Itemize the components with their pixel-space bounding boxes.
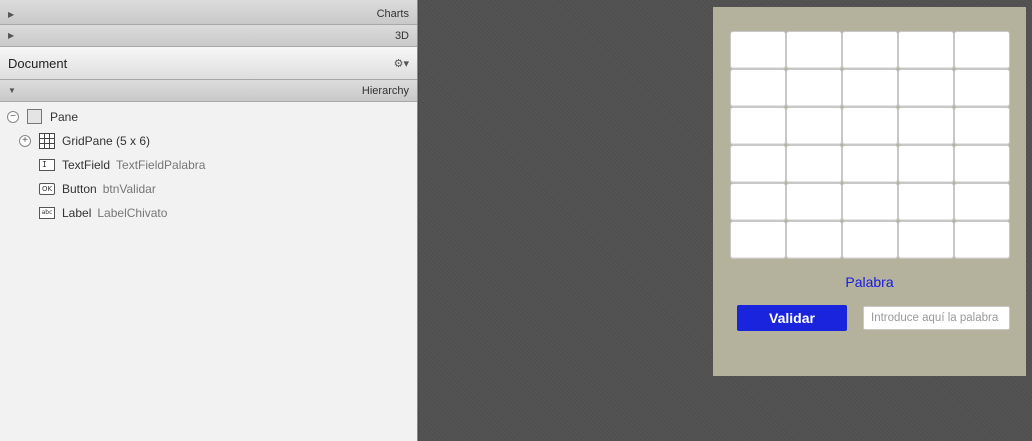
node-id: LabelChivato [97, 206, 168, 220]
button-icon: OK [39, 183, 55, 195]
grid-cell[interactable] [898, 69, 954, 107]
grid-cell[interactable] [954, 31, 1010, 69]
grid-cell[interactable] [730, 107, 786, 145]
grid-cell[interactable] [786, 31, 842, 69]
tree-node-textfield[interactable]: I TextField TextFieldPalabra [0, 153, 417, 177]
grid-cell[interactable] [954, 183, 1010, 221]
grid-cell[interactable] [954, 145, 1010, 183]
node-type: Label [62, 206, 92, 220]
section-3d[interactable]: ▶ 3D [0, 25, 417, 47]
grid-cell[interactable] [842, 107, 898, 145]
textfield-icon: I [39, 159, 55, 171]
gear-icon[interactable]: ⚙▾ [394, 57, 409, 70]
section-charts-label: Charts [376, 8, 409, 20]
section-3d-label: 3D [394, 29, 409, 42]
tree-node-label[interactable]: abc Label LabelChivato [0, 201, 417, 225]
hierarchy-tree: − Pane + GridPane (5 x 6) I TextField Te… [0, 102, 417, 225]
node-id: TextFieldPalabra [116, 158, 206, 172]
collapse-triangle-icon: ▼ [8, 86, 16, 95]
tree-node-pane[interactable]: − Pane [0, 105, 417, 129]
grid-cell[interactable] [730, 183, 786, 221]
root-pane-preview[interactable]: Palabra Validar Introduce aquí la palabr… [713, 7, 1026, 376]
section-hierarchy-label: Hierarchy [361, 84, 409, 97]
word-input[interactable]: Introduce aquí la palabra [863, 306, 1010, 330]
grid-icon [39, 133, 55, 149]
grid-cell[interactable] [842, 145, 898, 183]
tree-node-gridpane-label: GridPane (5 x 6) [62, 134, 151, 148]
tree-node-button[interactable]: OK Button btnValidar [0, 177, 417, 201]
grid-cell[interactable] [954, 107, 1010, 145]
expand-icon[interactable]: + [19, 135, 31, 147]
node-id: btnValidar [102, 182, 156, 196]
tree-node-pane-label: Pane [50, 110, 79, 124]
grid-cell[interactable] [842, 221, 898, 259]
tree-node-textfield-label: TextField TextFieldPalabra [62, 158, 205, 172]
pane-icon [27, 109, 42, 124]
document-title: Document [8, 55, 68, 71]
grid-cell[interactable] [898, 107, 954, 145]
grid-cell[interactable] [730, 145, 786, 183]
grid-cell[interactable] [786, 145, 842, 183]
letter-grid[interactable] [730, 31, 1010, 259]
expand-triangle-icon: ▶ [8, 31, 15, 40]
grid-cell[interactable] [842, 31, 898, 69]
grid-cell[interactable] [786, 69, 842, 107]
design-canvas[interactable]: Palabra Validar Introduce aquí la palabr… [419, 0, 1032, 441]
grid-cell[interactable] [786, 221, 842, 259]
node-type: TextField [62, 158, 111, 172]
label-icon: abc [39, 207, 55, 219]
scene-builder-library-panel: ▶ Charts ▶ 3D Document ⚙▾ ▼ Hierarchy − … [0, 0, 418, 441]
grid-cell[interactable] [786, 107, 842, 145]
node-type: Button [62, 182, 97, 196]
expand-triangle-icon: ▶ [8, 9, 15, 19]
tree-node-gridpane[interactable]: + GridPane (5 x 6) [0, 129, 417, 153]
validate-button[interactable]: Validar [737, 305, 847, 331]
grid-cell[interactable] [898, 145, 954, 183]
grid-cell[interactable] [898, 221, 954, 259]
grid-cell[interactable] [730, 221, 786, 259]
grid-cell[interactable] [730, 31, 786, 69]
grid-cell[interactable] [842, 183, 898, 221]
grid-cell[interactable] [842, 69, 898, 107]
collapse-icon[interactable]: − [7, 111, 19, 123]
grid-cell[interactable] [786, 183, 842, 221]
grid-cell[interactable] [954, 69, 1010, 107]
section-charts[interactable]: ▶ Charts [0, 0, 417, 25]
tree-node-label-label: Label LabelChivato [62, 206, 167, 220]
grid-cell[interactable] [954, 221, 1010, 259]
word-label: Palabra [845, 274, 894, 290]
grid-cell[interactable] [898, 183, 954, 221]
grid-cell[interactable] [730, 69, 786, 107]
section-hierarchy[interactable]: ▼ Hierarchy [0, 80, 417, 102]
document-header: Document ⚙▾ [0, 47, 417, 80]
grid-cell[interactable] [898, 31, 954, 69]
tree-node-button-label: Button btnValidar [62, 182, 156, 196]
